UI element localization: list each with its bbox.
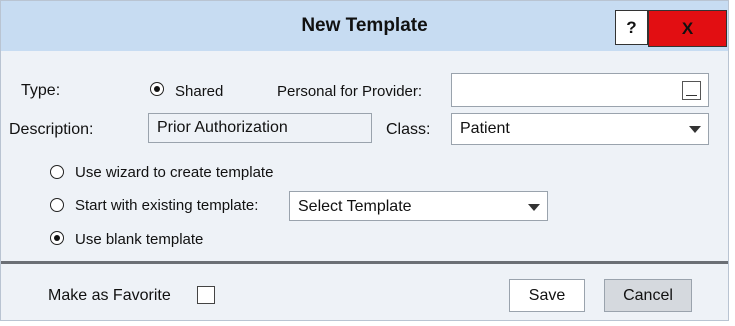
existing-template-select[interactable]: Select Template: [289, 191, 548, 221]
favorite-label: Make as Favorite: [48, 287, 171, 304]
personal-provider-label: Personal for Provider:: [277, 83, 423, 100]
shared-radio[interactable]: [150, 82, 164, 96]
favorite-checkbox[interactable]: [197, 286, 215, 304]
personal-provider-field[interactable]: [451, 73, 709, 107]
close-button[interactable]: X: [648, 10, 727, 47]
existing-template-select-value: Select Template: [298, 198, 412, 215]
cancel-button[interactable]: Cancel: [604, 279, 692, 312]
class-select-value: Patient: [460, 120, 510, 137]
chevron-down-icon: [689, 126, 701, 133]
blank-template-label: Use blank template: [75, 231, 204, 248]
divider: [1, 261, 728, 264]
type-label: Type:: [21, 82, 61, 99]
save-button[interactable]: Save: [509, 279, 585, 312]
description-label: Description:: [9, 121, 94, 138]
provider-lookup-button[interactable]: [682, 81, 701, 100]
wizard-label: Use wizard to create template: [75, 164, 274, 181]
existing-template-label: Start with existing template:: [75, 197, 259, 214]
chevron-down-icon: [528, 204, 540, 211]
shared-label: Shared: [175, 83, 224, 100]
new-template-dialog: New Template ? X Type: Shared Personal f…: [0, 0, 729, 321]
class-select[interactable]: Patient: [451, 113, 709, 145]
help-button[interactable]: ?: [615, 10, 648, 45]
wizard-radio[interactable]: [50, 165, 64, 179]
blank-template-radio[interactable]: [50, 231, 64, 245]
title-bar: New Template ? X: [1, 1, 728, 51]
description-field[interactable]: Prior Authorization: [148, 113, 372, 143]
existing-template-radio[interactable]: [50, 198, 64, 212]
class-label: Class:: [386, 121, 431, 138]
